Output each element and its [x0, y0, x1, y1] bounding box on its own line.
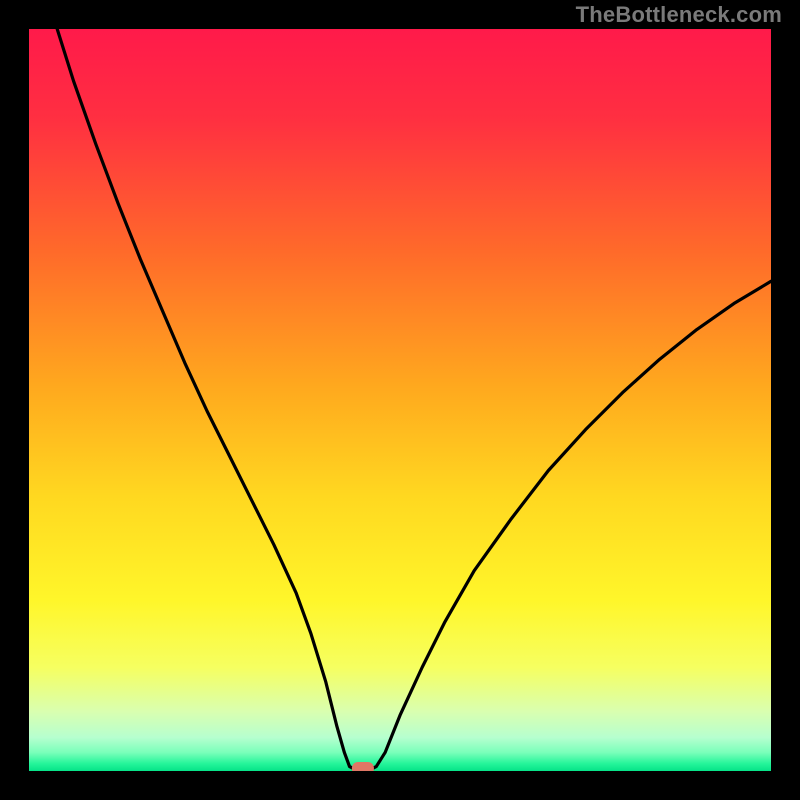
minimum-marker — [352, 762, 374, 775]
plot-background — [29, 29, 771, 771]
watermark-text: TheBottleneck.com — [576, 2, 782, 28]
chart-svg — [0, 0, 800, 800]
chart-frame: TheBottleneck.com — [0, 0, 800, 800]
